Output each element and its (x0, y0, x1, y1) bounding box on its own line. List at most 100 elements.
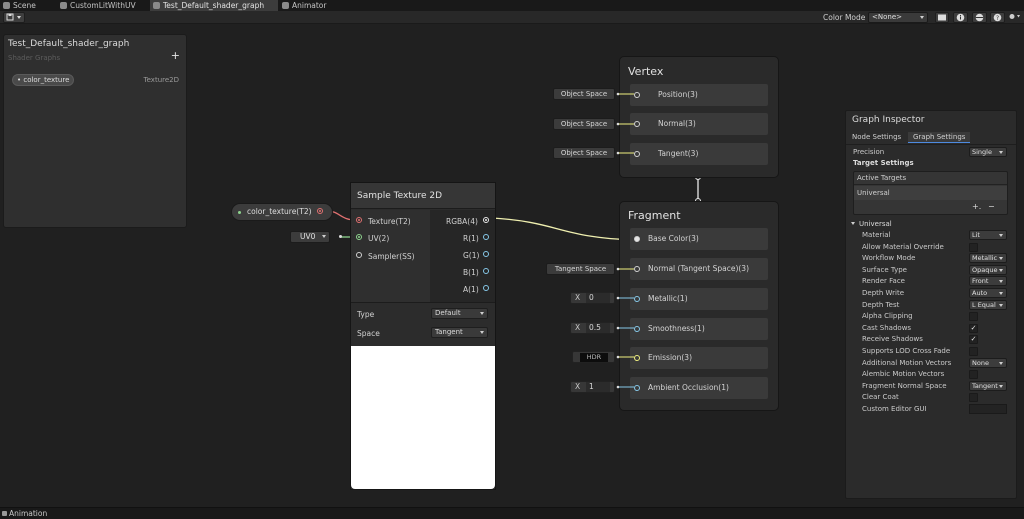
fragment-title: Fragment (628, 209, 681, 222)
texture-input-port[interactable] (356, 217, 362, 223)
setting-label: Receive Shadows (862, 335, 923, 344)
setting-checkbox[interactable] (969, 370, 978, 380)
setting-select[interactable]: Opaque (969, 264, 1007, 275)
foldout-arrow-icon[interactable] (851, 222, 855, 225)
setting-checkbox[interactable] (969, 312, 978, 322)
precision-label: Precision (853, 148, 885, 156)
universal-section-header[interactable]: Universal (859, 220, 892, 228)
property-node-color-texture[interactable]: color_texture(T2) (231, 203, 333, 221)
metallic-value-field[interactable]: X0 (570, 292, 615, 304)
setting-label: Alembic Motion Vectors (862, 370, 945, 379)
add-property-button[interactable]: + (171, 50, 180, 61)
setting-label: Workflow Mode (862, 254, 916, 263)
chevron-down-icon (999, 280, 1003, 284)
smoothness-value-field[interactable]: X 0.5 (570, 322, 615, 334)
ao-value-field[interactable]: X1 (570, 381, 615, 393)
setting-select[interactable]: None (969, 357, 1007, 368)
setting-label: Allow Material Override (862, 242, 944, 251)
vertex-slot-normal[interactable]: Normal(3) (630, 113, 768, 135)
chevron-down-icon (999, 303, 1003, 307)
active-targets-list: Active Targets Universal (853, 171, 1008, 215)
animation-icon (2, 511, 7, 516)
base-color-port[interactable] (634, 236, 640, 242)
blackboard-property-type: Texture2D (143, 76, 179, 84)
g-output-port[interactable] (483, 251, 489, 257)
setting-label: Fragment Normal Space (862, 381, 947, 390)
vertex-slot-position[interactable]: Position(3) (630, 84, 768, 106)
fragment-slot-emission[interactable]: Emission(3) (630, 347, 768, 369)
setting-select[interactable]: Front (969, 276, 1007, 287)
tab-graph-settings[interactable]: Graph Settings (908, 132, 971, 143)
vertex-input-wires (616, 92, 634, 155)
setting-label: Additional Motion Vectors (862, 358, 952, 367)
target-item-universal[interactable]: Universal (854, 186, 1007, 200)
setting-select[interactable]: Metallic (969, 253, 1007, 264)
fragment-slot-smoothness[interactable]: Smoothness(1) (630, 318, 768, 340)
uv-channel-dropdown[interactable]: UV0 (290, 231, 330, 243)
chevron-down-icon (999, 361, 1003, 365)
precision-select[interactable]: Single (969, 147, 1007, 157)
setting-select[interactable]: L Equal (969, 299, 1007, 310)
setting-checkbox[interactable]: ✓ (969, 335, 978, 345)
normal-space-input[interactable]: Object Space (553, 118, 615, 130)
setting-select[interactable]: Tangent (969, 380, 1007, 391)
fragment-slot-ambient-occlusion[interactable]: Ambient Occlusion(1) (630, 377, 768, 399)
sample-texture-2d-node[interactable]: Sample Texture 2D Texture(T2) UV(2) Samp… (350, 182, 496, 490)
setting-checkbox[interactable] (969, 393, 978, 403)
property-output-port[interactable] (317, 208, 323, 214)
fragment-slot-normal[interactable]: Normal (Tangent Space)(3) (630, 258, 768, 280)
chevron-down-icon (999, 151, 1003, 154)
setting-select[interactable]: Auto (969, 288, 1007, 298)
r-output-port[interactable] (483, 234, 489, 240)
position-space-input[interactable]: Object Space (553, 88, 615, 100)
chevron-down-icon (999, 234, 1003, 237)
node-inputs: Texture(T2) UV(2) Sampler(SS) (351, 210, 430, 302)
setting-select[interactable]: Lit (969, 230, 1007, 240)
property-dot-icon (238, 211, 241, 214)
chevron-down-icon (999, 268, 1003, 272)
vertex-title: Vertex (628, 65, 664, 78)
output-label: A(1) (463, 285, 479, 294)
setting-checkbox[interactable] (969, 242, 978, 252)
output-label: G(1) (463, 251, 480, 260)
remove-target-button[interactable]: − (988, 202, 995, 211)
rgba-output-port[interactable] (483, 217, 489, 223)
setting-label: Surface Type (862, 265, 907, 274)
fragment-slot-metallic[interactable]: Metallic(1) (630, 288, 768, 310)
space-select[interactable]: Tangent (431, 327, 488, 338)
a-output-port[interactable] (483, 285, 489, 291)
fragment-context-node[interactable]: Fragment Base Color(3) Normal (Tangent S… (619, 201, 779, 411)
emission-color-field[interactable]: HDR (572, 351, 615, 363)
b-output-port[interactable] (483, 268, 489, 274)
setting-checkbox[interactable]: ✓ (969, 323, 978, 333)
animation-tab[interactable]: Animation (0, 507, 1024, 519)
setting-label: Depth Test (862, 300, 900, 309)
divider (351, 302, 495, 303)
blackboard-property-color-texture[interactable]: • color_texture (12, 74, 74, 86)
chevron-down-icon (480, 331, 484, 334)
sampler-input-port[interactable] (356, 252, 362, 258)
input-label: UV(2) (368, 234, 390, 243)
uv-input-port[interactable] (356, 234, 362, 240)
tab-node-settings[interactable]: Node Settings (847, 132, 906, 143)
setting-checkbox[interactable] (969, 347, 978, 356)
input-label: Texture(T2) (368, 217, 411, 226)
add-target-button[interactable]: +. (972, 202, 981, 211)
vertex-slot-tangent[interactable]: Tangent(3) (630, 143, 768, 165)
setting-label: Alpha Clipping (862, 312, 913, 321)
tangent-space-input[interactable]: Object Space (553, 147, 615, 159)
fragment-slot-base-color[interactable]: Base Color(3) (630, 228, 768, 250)
uv-output-dot-icon (339, 235, 342, 238)
normal-space-input[interactable]: Tangent Space (546, 263, 615, 275)
setting-label: Supports LOD Cross Fade (862, 347, 951, 355)
setting-label: Clear Coat (862, 393, 899, 402)
inspector-title: Graph Inspector (852, 115, 925, 125)
vertex-context-node[interactable]: Vertex Position(3) Normal(3) Tangent(3) (619, 56, 779, 178)
setting-label: Render Face (862, 277, 905, 286)
wire-rgba-to-basecolor (491, 217, 637, 241)
output-label: R(1) (463, 234, 479, 243)
output-label: RGBA(4) (446, 217, 478, 226)
setting-text-field[interactable] (969, 404, 1007, 414)
type-select[interactable]: Default (431, 308, 488, 319)
space-label: Space (357, 329, 380, 338)
